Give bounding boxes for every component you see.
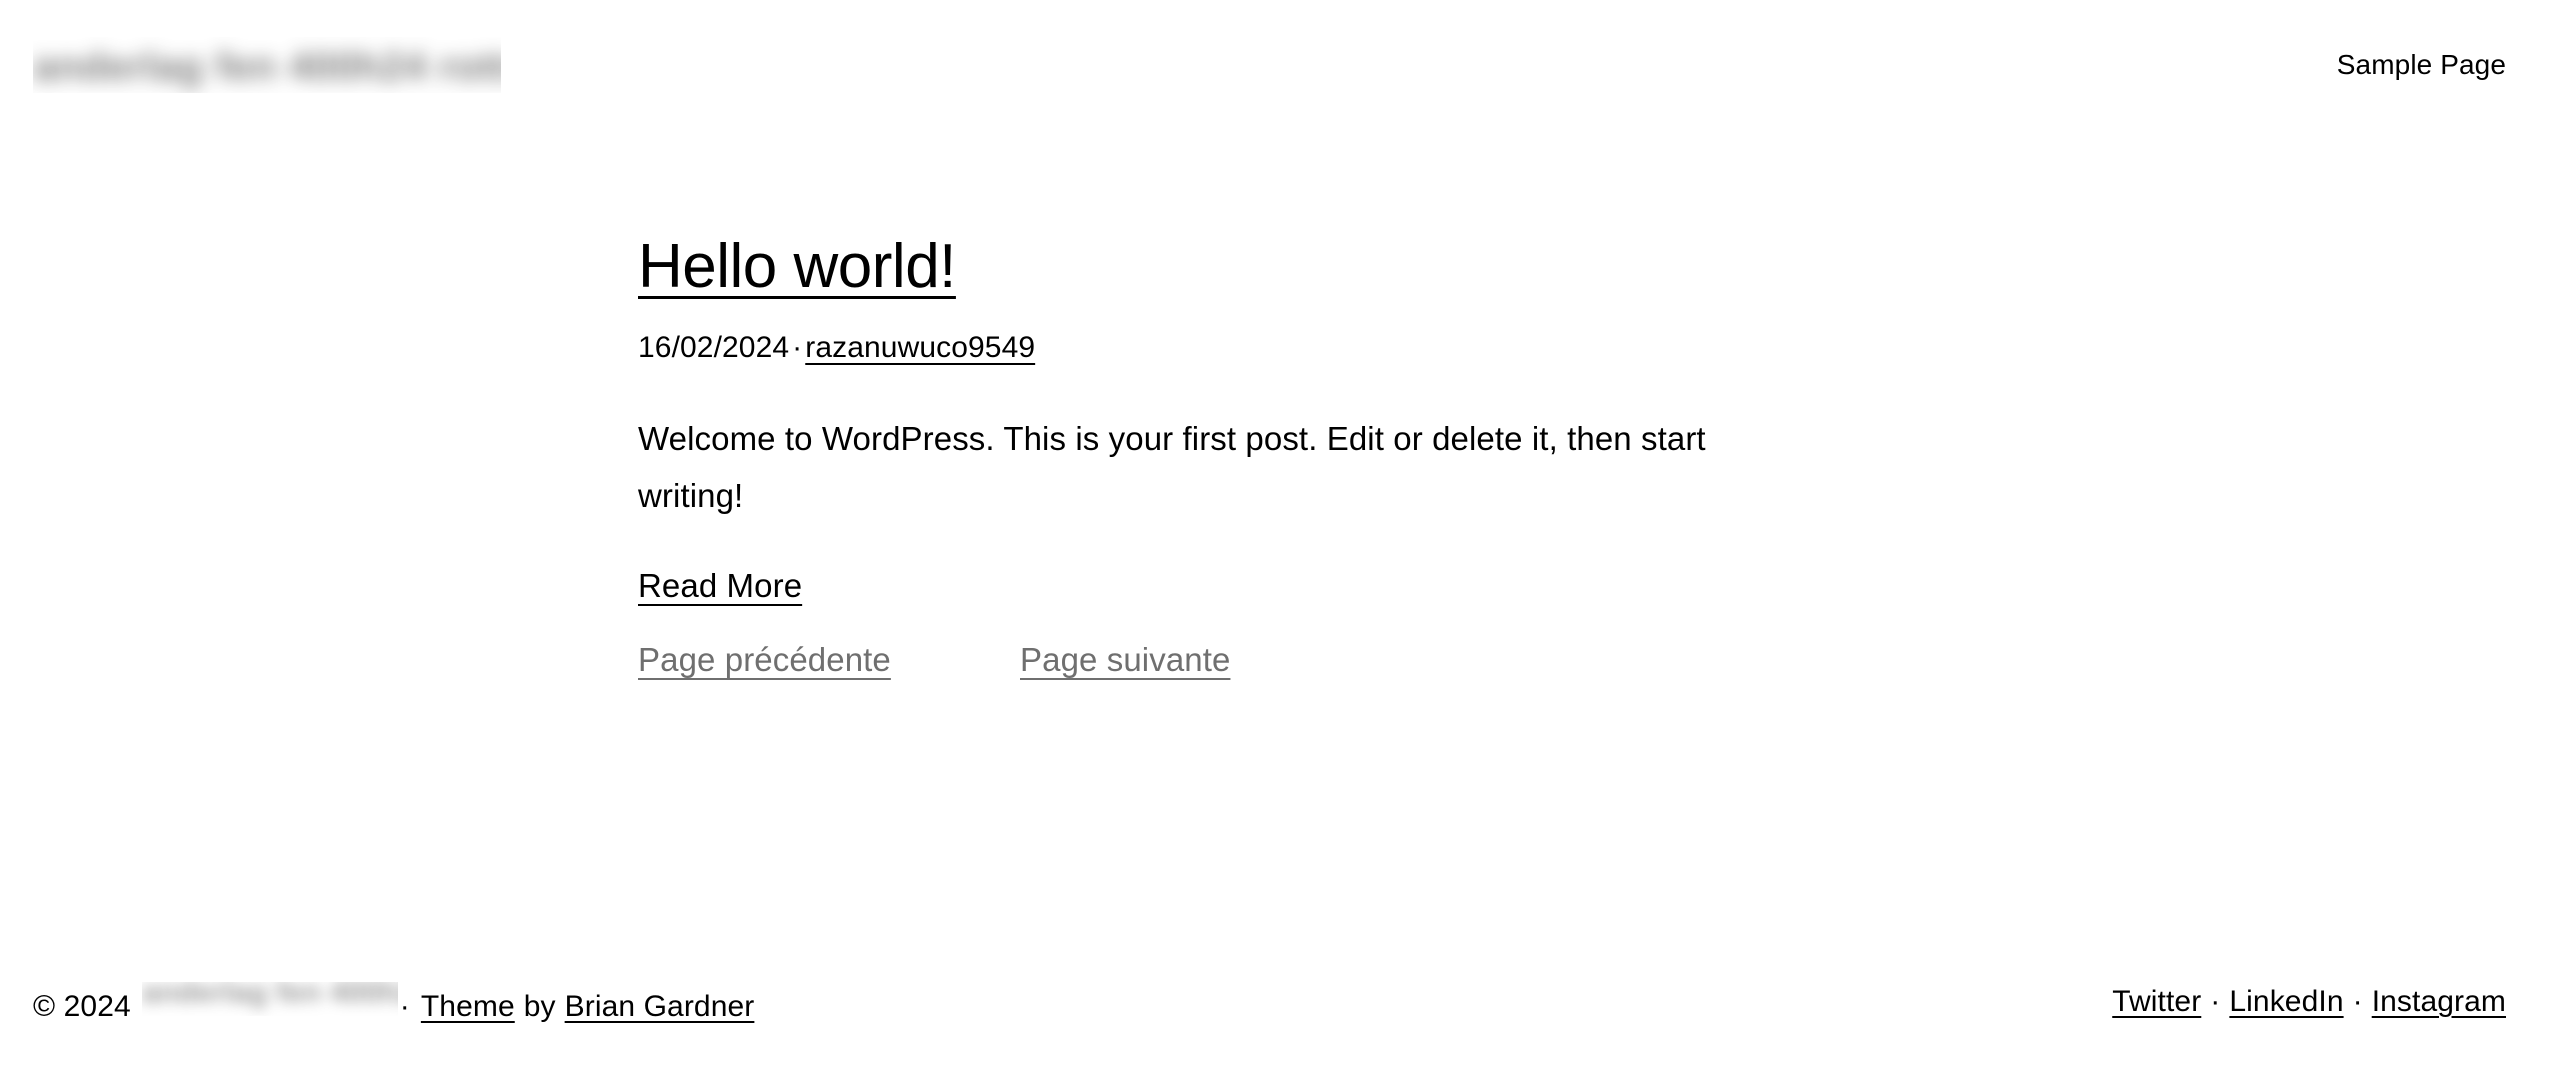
post-title-link[interactable]: Hello world!: [638, 232, 956, 301]
footer-theme-author-link[interactable]: Brian Gardner: [565, 991, 755, 1022]
footer-social-link-instagram[interactable]: Instagram: [2372, 986, 2506, 1017]
page-root: anderlag fen 400h24 rottsep ep Sample Pa…: [0, 0, 2556, 1074]
pagination-previous-wrapper: Page précédente: [638, 641, 1020, 679]
footer-site-name-redacted: anderlag fen 400h24 rottsep ep: [142, 982, 398, 1016]
site-title-redacted[interactable]: anderlag fen 400h24 rottsep ep: [33, 37, 501, 93]
footer-social-separator-2: ·: [2352, 984, 2363, 1018]
footer-social-links: Twitter · LinkedIn · Instagram: [2112, 984, 2506, 1018]
footer-theme-link[interactable]: Theme: [421, 991, 515, 1022]
post-article: Hello world! 16/02/2024 · razanuwuco9549 W…: [0, 130, 2556, 679]
footer-social-link-linkedin[interactable]: LinkedIn: [2229, 986, 2343, 1017]
primary-navigation: Sample Page: [2337, 51, 2506, 79]
footer-separator: ·: [399, 989, 410, 1023]
site-title-blurred-text: anderlag fen 400h24 rottsep ep: [33, 44, 501, 89]
pagination-previous-link[interactable]: Page précédente: [638, 641, 891, 678]
site-main: Hello world! 16/02/2024 · razanuwuco9549 W…: [0, 130, 2556, 679]
footer-social-link-twitter[interactable]: Twitter: [2112, 986, 2201, 1017]
post-author-link[interactable]: razanuwuco9549: [805, 331, 1035, 364]
site-header: anderlag fen 400h24 rottsep ep Sample Pa…: [0, 0, 2556, 130]
footer-credit: © 2024 anderlag fen 400h24 rottsep ep · …: [33, 982, 754, 1022]
read-more-wrapper: Read More: [638, 525, 2256, 605]
post-meta: 16/02/2024 · razanuwuco9549: [638, 301, 2256, 366]
footer-by-label: by: [523, 989, 556, 1023]
site-footer: © 2024 anderlag fen 400h24 rottsep ep · …: [0, 929, 2556, 1074]
read-more-link[interactable]: Read More: [638, 567, 802, 604]
post-excerpt: Welcome to WordPress. This is your first…: [638, 420, 1706, 514]
footer-copyright: © 2024: [33, 989, 131, 1023]
footer-site-name-blurred-text: anderlag fen 400h24 rottsep ep: [141, 981, 398, 1009]
footer-social-separator-1: ·: [2210, 984, 2221, 1018]
post-title: Hello world!: [638, 130, 2256, 301]
post-meta-separator: ·: [792, 331, 803, 365]
post-pagination: Page précédente Page suivante: [638, 605, 2256, 679]
pagination-next-link[interactable]: Page suivante: [1020, 641, 1230, 679]
post-date: 16/02/2024: [638, 331, 790, 365]
nav-item-sample-page[interactable]: Sample Page: [2337, 51, 2506, 79]
